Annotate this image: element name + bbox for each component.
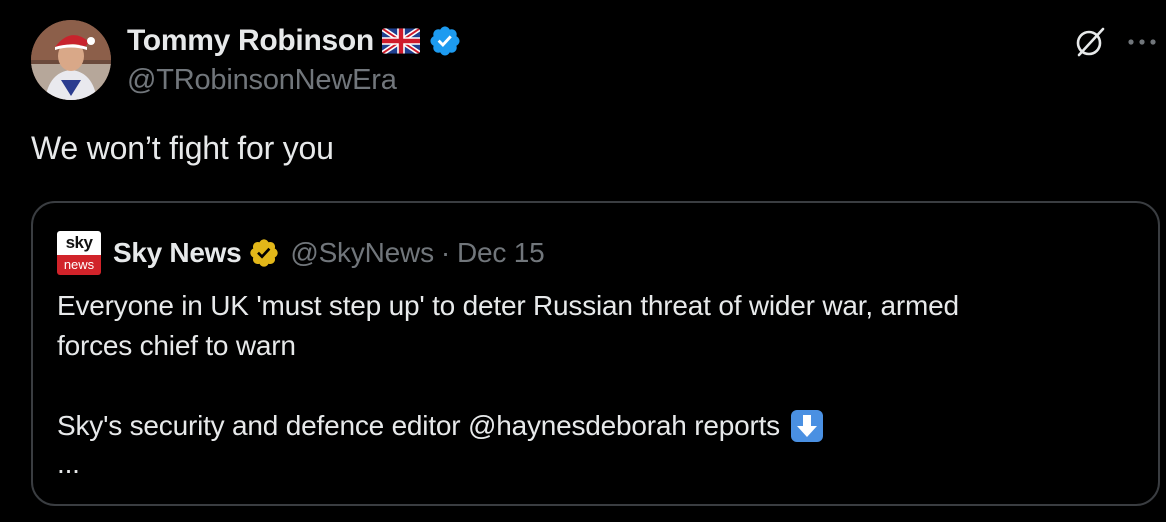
quoted-tweet-card[interactable]: sky news Sky News @SkyNews · Dec 15 Ever… (31, 201, 1160, 506)
quoted-text-paragraph-2: Sky's security and defence editor @hayne… (57, 406, 1137, 446)
avatar[interactable] (31, 20, 111, 100)
uk-flag-icon (381, 28, 420, 54)
gold-verified-icon[interactable] (248, 237, 290, 269)
quoted-tweet-header: sky news Sky News @SkyNews · Dec 15 (57, 231, 545, 275)
quoted-tweet-body: Everyone in UK 'must step up' to deter R… (57, 286, 1137, 484)
quoted-author-name[interactable]: Sky News (113, 237, 242, 269)
avatar-image (31, 20, 111, 100)
quoted-text-line-3: Sky's security and defence editor @hayne… (57, 410, 780, 441)
quoted-text-line-2: forces chief to warn (57, 330, 296, 361)
author-name-row: Tommy Robinson (127, 22, 462, 60)
quoted-text-line-1: Everyone in UK 'must step up' to deter R… (57, 290, 959, 321)
quoted-text-ellipsis: ... (57, 448, 80, 479)
quoted-author-handle[interactable]: @SkyNews (290, 237, 434, 269)
quoted-tweet-date[interactable]: Dec 15 (457, 237, 545, 269)
sky-logo-bottom-text: news (57, 255, 101, 275)
down-arrow-emoji-icon (790, 409, 824, 443)
grok-icon[interactable] (1070, 22, 1110, 62)
sky-news-avatar[interactable]: sky news (57, 231, 101, 275)
author-name[interactable]: Tommy Robinson (127, 24, 374, 58)
sky-logo-top-text: sky (57, 231, 101, 255)
more-options-icon[interactable] (1124, 26, 1160, 58)
header-separator: · (440, 237, 450, 268)
blue-verified-icon[interactable] (428, 24, 462, 58)
tweet-text: We won’t fight for you (31, 130, 334, 166)
author-handle[interactable]: @TRobinsonNewEra (127, 64, 397, 97)
